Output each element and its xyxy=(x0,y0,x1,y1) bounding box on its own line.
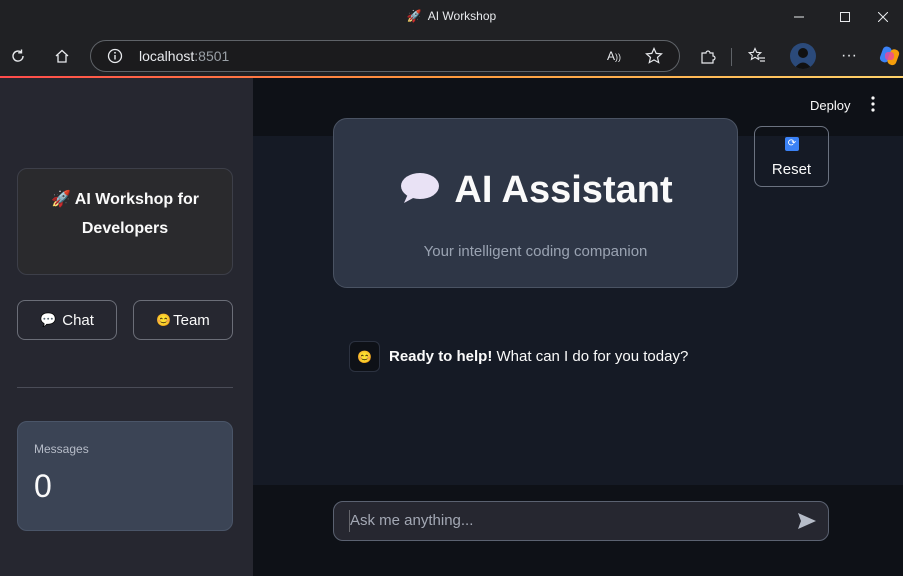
copilot-icon[interactable] xyxy=(879,45,901,67)
sidebar-divider xyxy=(17,387,233,388)
reset-button[interactable]: ⟳ Reset xyxy=(754,126,829,187)
deploy-button[interactable]: Deploy xyxy=(810,98,850,113)
toolbar-divider xyxy=(731,48,732,66)
browser-toolbar: localhost:8501 A)) ··· xyxy=(0,34,903,78)
maximize-icon xyxy=(840,12,850,22)
address-bar[interactable]: localhost:8501 A)) xyxy=(90,40,680,72)
window-titlebar: 🚀 AI Workshop xyxy=(0,0,903,34)
url-text[interactable]: localhost:8501 xyxy=(139,48,229,64)
send-icon xyxy=(798,513,816,529)
brand-box: 🚀 AI Workshop for Developers xyxy=(17,168,233,275)
messages-metric: Messages 0 xyxy=(17,421,233,531)
rocket-icon: 🚀 xyxy=(406,9,422,23)
home-icon xyxy=(55,49,69,63)
team-button[interactable]: 😊 Team xyxy=(133,300,233,340)
favorite-star-icon[interactable] xyxy=(645,47,663,70)
minimize-button[interactable] xyxy=(776,0,822,34)
metric-value: 0 xyxy=(34,468,52,504)
brand-title-line1: 🚀 AI Workshop for xyxy=(51,191,199,208)
hero-title: AI Assistant xyxy=(334,169,737,216)
close-icon xyxy=(878,12,888,22)
refresh-icon: ⟳ xyxy=(785,137,799,151)
smiley-icon: 😊 xyxy=(357,349,372,364)
chat-input-box[interactable] xyxy=(333,501,829,541)
hero-card: AI Assistant Your intelligent coding com… xyxy=(333,118,738,288)
chat-button-label: Chat xyxy=(62,311,94,329)
favorites-button[interactable] xyxy=(743,42,771,70)
more-icon: ··· xyxy=(841,47,857,64)
speech-bubble-icon: 💬 xyxy=(40,312,57,327)
more-button[interactable]: ··· xyxy=(835,42,863,70)
metric-label: Messages xyxy=(34,442,89,456)
maximize-button[interactable] xyxy=(822,0,868,34)
assistant-avatar: 😊 xyxy=(349,341,380,372)
minimize-icon xyxy=(794,16,804,18)
team-button-label: Team xyxy=(173,311,210,329)
read-aloud-icon[interactable]: A)) xyxy=(607,49,621,63)
chat-button[interactable]: 💬 Chat xyxy=(17,300,117,340)
smiley-icon: 😊 xyxy=(156,313,172,327)
extensions-icon xyxy=(701,50,716,64)
refresh-button[interactable] xyxy=(4,42,32,70)
brand-title-line2: Developers xyxy=(81,220,169,237)
speech-bubble-icon xyxy=(398,170,442,216)
home-button[interactable] xyxy=(48,42,76,70)
main-menu-icon[interactable] xyxy=(871,96,875,115)
send-button[interactable] xyxy=(796,511,818,531)
extensions-button[interactable] xyxy=(694,42,722,70)
assistant-message-text: Ready to help! What can I do for you tod… xyxy=(389,348,689,365)
refresh-icon xyxy=(12,49,24,62)
close-button[interactable] xyxy=(863,0,903,34)
reset-label: Reset xyxy=(771,161,812,178)
sidebar: 🚀 AI Workshop for Developers 💬 Chat 😊 Team… xyxy=(0,78,253,576)
chat-input[interactable] xyxy=(350,502,780,539)
info-icon[interactable] xyxy=(107,48,123,69)
window-title: 🚀 AI Workshop xyxy=(406,9,497,23)
profile-avatar[interactable] xyxy=(790,43,816,69)
chat-input-area xyxy=(253,485,903,576)
favorites-list-icon xyxy=(748,47,765,62)
hero-subtitle: Your intelligent coding companion xyxy=(423,243,648,260)
main-area: Deploy AI Assistant Your intelligent cod… xyxy=(253,78,903,576)
assistant-message: 😊 Ready to help! What can I do for you t… xyxy=(349,341,688,372)
